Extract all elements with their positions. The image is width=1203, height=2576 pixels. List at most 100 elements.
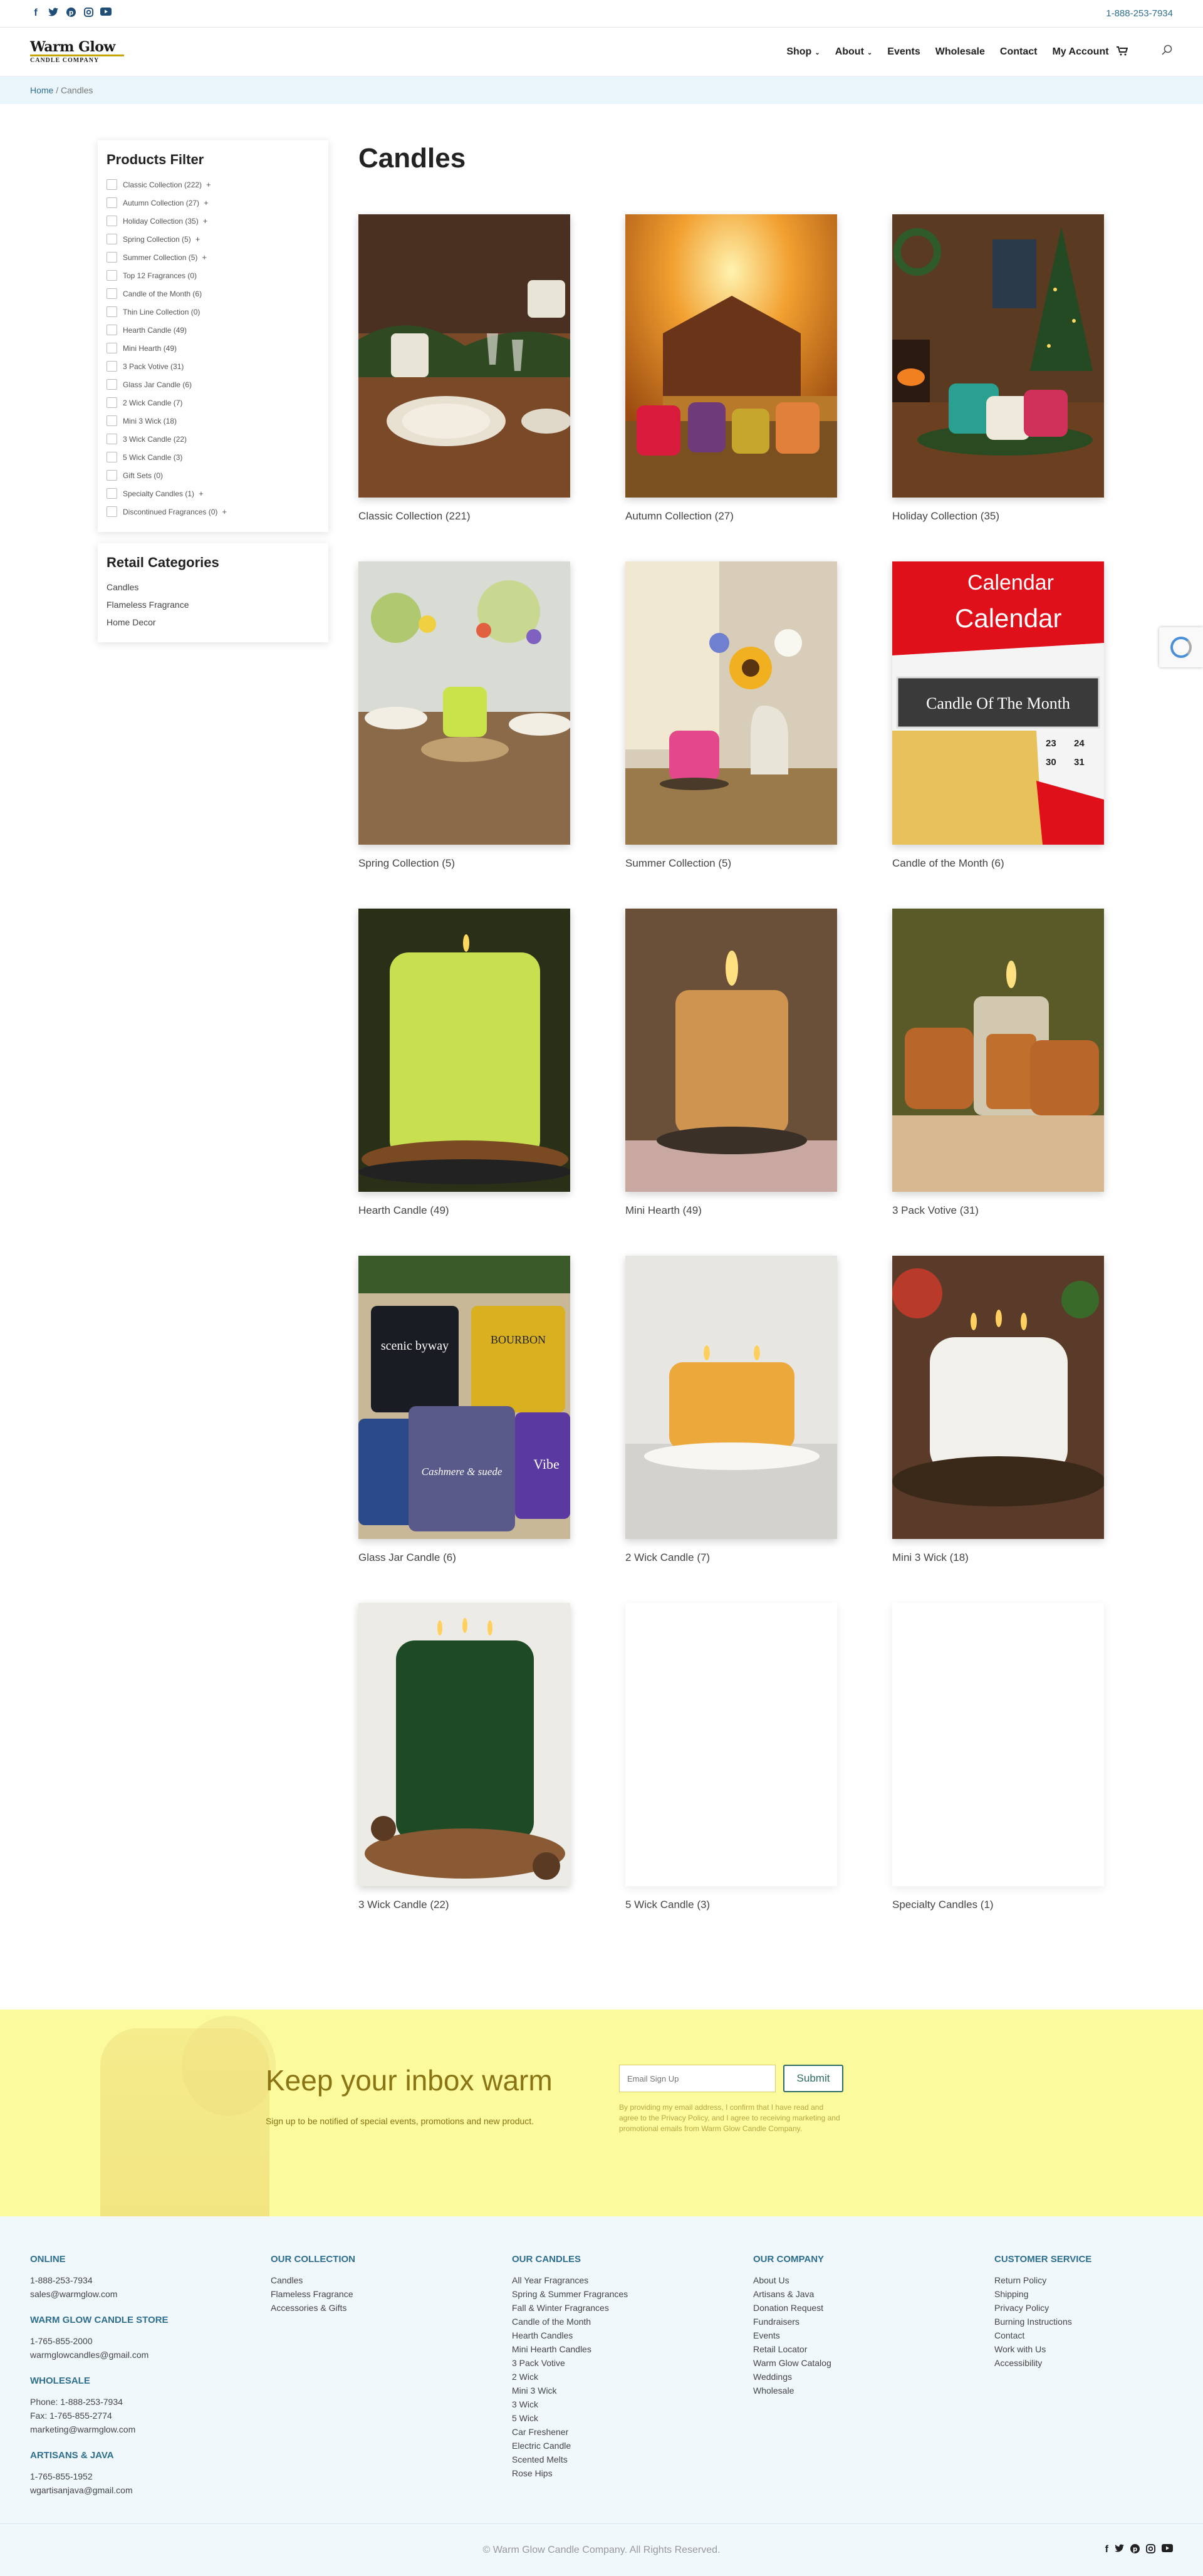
nav-my-account[interactable]: My Account xyxy=(1052,46,1128,58)
footer-link[interactable]: 5 Wick xyxy=(512,2411,628,2425)
expand-icon[interactable]: + xyxy=(203,216,208,226)
filter-checkbox[interactable] xyxy=(107,252,117,263)
nav-contact[interactable]: Contact xyxy=(1000,46,1038,58)
expand-icon[interactable]: + xyxy=(204,198,209,207)
filter-item[interactable]: Discontinued Fragrances (0) + xyxy=(107,503,320,521)
nav-wholesale[interactable]: Wholesale xyxy=(935,46,985,58)
expand-icon[interactable]: + xyxy=(202,253,207,262)
footer-link[interactable]: Work with Us xyxy=(994,2342,1091,2356)
footer-link[interactable]: Car Freshener xyxy=(512,2425,628,2439)
product-card-mini-hearth[interactable]: Mini Hearth (49) xyxy=(625,909,837,1217)
footer-link[interactable]: Retail Locator xyxy=(753,2342,831,2356)
retail-link-home-decor[interactable]: Home Decor xyxy=(107,613,320,631)
product-card-5-wick[interactable]: 5 Wick Candle (3) xyxy=(625,1603,837,1911)
filter-checkbox[interactable] xyxy=(107,506,117,517)
footer-email[interactable]: warmglowcandles@gmail.com xyxy=(30,2348,169,2362)
product-card-mini-3-wick[interactable]: Mini 3 Wick (18) xyxy=(892,1256,1104,1564)
filter-item[interactable]: Autumn Collection (27) + xyxy=(107,194,320,212)
footer-link[interactable]: Mini Hearth Candles xyxy=(512,2342,628,2356)
footer-link[interactable]: 2 Wick xyxy=(512,2370,628,2384)
nav-events[interactable]: Events xyxy=(887,46,920,58)
product-card-holiday[interactable]: Holiday Collection (35) xyxy=(892,214,1104,523)
footer-phone[interactable]: 1-765-855-1952 xyxy=(30,2469,169,2483)
email-signup-input[interactable] xyxy=(619,2065,776,2092)
expand-icon[interactable]: + xyxy=(206,180,211,189)
pinterest-icon[interactable]: p xyxy=(1130,2543,1140,2557)
filter-item[interactable]: Specialty Candles (1) + xyxy=(107,484,320,503)
footer-link[interactable]: Candle of the Month xyxy=(512,2315,628,2328)
footer-link[interactable]: Fall & Winter Fragrances xyxy=(512,2301,628,2315)
product-card-specialty[interactable]: Specialty Candles (1) xyxy=(892,1603,1104,1911)
retail-link-candles[interactable]: Candles xyxy=(107,578,320,596)
filter-item[interactable]: Mini Hearth (49) xyxy=(107,339,320,357)
product-card-3-pack-votive[interactable]: 3 Pack Votive (31) xyxy=(892,909,1104,1217)
footer-link[interactable]: Candles xyxy=(271,2273,355,2287)
footer-link[interactable]: Warm Glow Catalog xyxy=(753,2356,831,2370)
footer-email[interactable]: sales@warmglow.com xyxy=(30,2287,169,2301)
filter-checkbox[interactable] xyxy=(107,397,117,408)
filter-checkbox[interactable] xyxy=(107,288,117,299)
footer-link[interactable]: Scented Melts xyxy=(512,2453,628,2466)
filter-item[interactable]: 2 Wick Candle (7) xyxy=(107,394,320,412)
footer-link[interactable]: 3 Wick xyxy=(512,2397,628,2411)
footer-link[interactable]: Return Policy xyxy=(994,2273,1091,2287)
filter-item[interactable]: Gift Sets (0) xyxy=(107,466,320,484)
footer-phone[interactable]: 1-765-855-2000 xyxy=(30,2334,169,2348)
search-icon[interactable] xyxy=(1162,44,1173,59)
footer-link[interactable]: Burning Instructions xyxy=(994,2315,1091,2328)
footer-link[interactable]: Rose Hips xyxy=(512,2466,628,2480)
footer-link[interactable]: Artisans & Java xyxy=(753,2287,831,2301)
footer-link[interactable]: Wholesale xyxy=(753,2384,831,2397)
filter-item[interactable]: Holiday Collection (35) + xyxy=(107,212,320,230)
youtube-icon[interactable] xyxy=(1162,2543,1173,2557)
footer-link[interactable]: Accessibility xyxy=(994,2356,1091,2370)
product-card-2-wick[interactable]: 2 Wick Candle (7) xyxy=(625,1256,837,1564)
product-card-candle-of-month[interactable]: Calendar Calendar Candle Of The Month 23… xyxy=(892,561,1104,870)
footer-email[interactable]: marketing@warmglow.com xyxy=(30,2422,169,2436)
filter-item[interactable]: Top 12 Fragrances (0) xyxy=(107,266,320,284)
filter-checkbox[interactable] xyxy=(107,434,117,444)
footer-link[interactable]: Donation Request xyxy=(753,2301,831,2315)
recaptcha-badge[interactable] xyxy=(1159,627,1203,667)
nav-about[interactable]: About ⌄ xyxy=(835,46,873,58)
footer-link[interactable]: Spring & Summer Fragrances xyxy=(512,2287,628,2301)
expand-icon[interactable]: + xyxy=(199,489,204,498)
breadcrumb-home[interactable]: Home xyxy=(30,85,53,95)
filter-checkbox[interactable] xyxy=(107,234,117,244)
filter-checkbox[interactable] xyxy=(107,179,117,190)
product-card-3-wick[interactable]: 3 Wick Candle (22) xyxy=(358,1603,570,1911)
filter-checkbox[interactable] xyxy=(107,270,117,281)
footer-link[interactable]: Privacy Policy xyxy=(994,2301,1091,2315)
footer-link[interactable]: Weddings xyxy=(753,2370,831,2384)
filter-checkbox[interactable] xyxy=(107,452,117,462)
pinterest-icon[interactable]: p xyxy=(65,7,76,20)
footer-link[interactable]: Hearth Candles xyxy=(512,2328,628,2342)
footer-link[interactable]: Flameless Fragrance xyxy=(271,2287,355,2301)
facebook-icon[interactable]: f xyxy=(30,8,41,20)
twitter-icon[interactable] xyxy=(48,8,59,20)
product-card-autumn[interactable]: Autumn Collection (27) xyxy=(625,214,837,523)
retail-link-flameless[interactable]: Flameless Fragrance xyxy=(107,596,320,613)
footer-link[interactable]: About Us xyxy=(753,2273,831,2287)
filter-checkbox[interactable] xyxy=(107,361,117,372)
filter-item[interactable]: 5 Wick Candle (3) xyxy=(107,448,320,466)
product-card-summer[interactable]: Summer Collection (5) xyxy=(625,561,837,870)
topbar-phone[interactable]: 1-888-253-7934 xyxy=(1106,8,1173,19)
footer-link[interactable]: Events xyxy=(753,2328,831,2342)
filter-checkbox[interactable] xyxy=(107,216,117,226)
filter-item[interactable]: Spring Collection (5) + xyxy=(107,230,320,248)
expand-icon[interactable]: + xyxy=(222,507,227,516)
footer-phone[interactable]: Phone: 1-888-253-7934 xyxy=(30,2395,169,2409)
filter-checkbox[interactable] xyxy=(107,197,117,208)
product-card-classic[interactable]: Classic Collection (221) xyxy=(358,214,570,523)
filter-item[interactable]: Mini 3 Wick (18) xyxy=(107,412,320,430)
filter-checkbox[interactable] xyxy=(107,306,117,317)
instagram-icon[interactable] xyxy=(1146,2543,1155,2557)
footer-link[interactable]: Fundraisers xyxy=(753,2315,831,2328)
logo[interactable]: Warm Glow CANDLE COMPANY xyxy=(30,40,124,64)
filter-checkbox[interactable] xyxy=(107,379,117,390)
footer-link[interactable]: 3 Pack Votive xyxy=(512,2356,628,2370)
footer-link[interactable]: Accessories & Gifts xyxy=(271,2301,355,2315)
filter-checkbox[interactable] xyxy=(107,470,117,481)
nav-shop[interactable]: Shop ⌄ xyxy=(786,46,820,58)
